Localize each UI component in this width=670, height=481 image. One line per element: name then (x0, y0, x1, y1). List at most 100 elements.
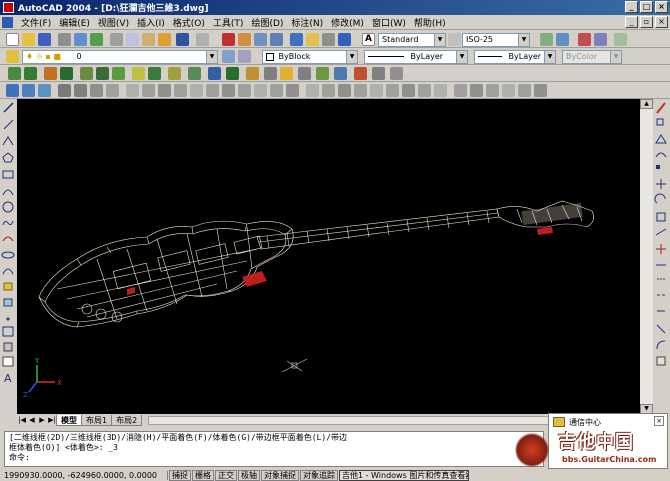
design-center-icon[interactable] (306, 33, 319, 46)
tab-layout2[interactable]: 布局2 (111, 414, 143, 426)
tool-palettes-icon[interactable] (322, 33, 335, 46)
setup-view-icon[interactable] (226, 67, 239, 80)
autocad-app-icon[interactable] (3, 2, 14, 13)
save-icon[interactable] (38, 33, 51, 46)
undo-icon[interactable] (176, 33, 189, 46)
sphere-surface-icon[interactable] (386, 84, 399, 97)
named-ucs-icon[interactable] (594, 33, 607, 46)
dish-surface-icon[interactable] (418, 84, 431, 97)
publish-icon[interactable] (90, 33, 103, 46)
tab-layout1[interactable]: 布局1 (81, 414, 113, 426)
gouraud-icon[interactable] (74, 84, 87, 97)
taskbar-item[interactable]: 吉他1 - Windows 图片和传真查看器 (339, 469, 469, 481)
chevron-down-icon[interactable]: ▼ (346, 51, 357, 63)
menu-dimension[interactable]: 标注(N) (287, 16, 327, 29)
gouraud-edges-icon[interactable] (106, 84, 119, 97)
back-view-icon[interactable] (222, 84, 235, 97)
doc-minimize-button[interactable]: _ (625, 16, 638, 28)
cylinder-icon[interactable] (44, 67, 57, 80)
bottom-view-icon[interactable] (158, 84, 171, 97)
dim-style-icon[interactable] (448, 33, 461, 46)
dim-style-select[interactable]: ISO-25 ▼ (462, 33, 530, 47)
layer-previous-icon[interactable] (238, 50, 251, 63)
torus-surface-icon[interactable] (434, 84, 447, 97)
torus-icon[interactable] (96, 67, 109, 80)
open-icon[interactable] (22, 33, 35, 46)
menu-view[interactable]: 视图(V) (94, 16, 133, 29)
pyramid-surface-icon[interactable] (354, 84, 367, 97)
tabulated-surface-icon[interactable] (502, 84, 515, 97)
close-icon[interactable]: × (654, 416, 664, 426)
cone-surface-icon[interactable] (370, 84, 383, 97)
materials-icon[interactable] (298, 67, 311, 80)
new-icon[interactable] (6, 33, 19, 46)
wedge-surface-icon[interactable] (338, 84, 351, 97)
ucs-3point-icon[interactable] (614, 33, 627, 46)
print-icon[interactable] (58, 33, 71, 46)
menu-modify[interactable]: 修改(M) (327, 16, 368, 29)
chevron-down-icon[interactable]: ▼ (206, 51, 217, 63)
grid-toggle[interactable]: 栅格 (192, 469, 214, 481)
osnap-toggle[interactable]: 对象捕捉 (261, 469, 299, 481)
first-tab-icon[interactable]: |◀ (17, 415, 27, 425)
background-icon[interactable] (372, 67, 385, 80)
top-view-icon[interactable] (142, 84, 155, 97)
help-icon[interactable] (338, 33, 351, 46)
ucs-icon[interactable] (540, 33, 553, 46)
color-select[interactable]: ByBlock ▼ (262, 50, 358, 64)
text-style-select[interactable]: Standard ▼ (378, 33, 446, 47)
ne-iso-icon[interactable] (270, 84, 283, 97)
next-tab-icon[interactable]: ▶ (37, 415, 47, 425)
menu-insert[interactable]: 插入(I) (133, 16, 169, 29)
otrack-toggle[interactable]: 对象追踪 (300, 469, 338, 481)
layer-select[interactable]: ♦ ☼ ▪ ■ 0 ▼ (22, 50, 218, 64)
menu-draw[interactable]: 绘图(D) (247, 16, 287, 29)
menu-window[interactable]: 窗口(W) (368, 16, 410, 29)
plotstyle-select[interactable]: ByColor ▼ (562, 50, 622, 64)
doc-close-button[interactable]: × (655, 16, 668, 28)
flat-edges-icon[interactable] (90, 84, 103, 97)
sw-iso-icon[interactable] (238, 84, 251, 97)
landscape-icon[interactable] (316, 67, 329, 80)
hidden-icon[interactable] (38, 84, 51, 97)
command-prompt[interactable]: 命令: (9, 453, 539, 463)
sphere-icon[interactable] (24, 67, 37, 80)
scroll-up-icon[interactable]: ▲ (640, 99, 653, 109)
revolved-surface-icon[interactable] (486, 84, 499, 97)
named-views-icon[interactable] (126, 84, 139, 97)
extrude-icon[interactable] (112, 67, 125, 80)
ortho-toggle[interactable]: 正交 (215, 469, 237, 481)
prev-tab-icon[interactable]: ◀ (27, 415, 37, 425)
ucs-world-icon[interactable] (556, 33, 569, 46)
ucs-previous-icon[interactable] (578, 33, 591, 46)
menu-format[interactable]: 格式(O) (169, 16, 209, 29)
linetype-select[interactable]: ByLayer ▼ (364, 50, 468, 64)
drawing-canvas[interactable]: X Y Z (17, 99, 640, 414)
statistics-icon[interactable] (390, 67, 403, 80)
slice-icon[interactable] (148, 67, 161, 80)
scene-icon[interactable] (264, 67, 277, 80)
box-icon[interactable] (8, 67, 21, 80)
redo-icon[interactable] (196, 33, 209, 46)
zoom-window-icon[interactable] (254, 33, 267, 46)
chevron-down-icon[interactable]: ▼ (456, 51, 467, 63)
match-properties-icon[interactable] (158, 33, 171, 46)
flat-shaded-icon[interactable] (58, 84, 71, 97)
copy-icon[interactable] (126, 33, 139, 46)
tab-model[interactable]: 模型 (56, 414, 82, 426)
zoom-realtime-icon[interactable] (238, 33, 251, 46)
properties-icon[interactable] (290, 33, 303, 46)
edge-surface-icon[interactable] (534, 84, 547, 97)
maximize-button[interactable]: □ (640, 1, 653, 13)
right-view-icon[interactable] (190, 84, 203, 97)
print-preview-icon[interactable] (74, 33, 87, 46)
doc-restore-button[interactable]: ▫ (640, 16, 653, 28)
close-button[interactable]: × (655, 1, 668, 13)
2d-wireframe-icon[interactable] (6, 84, 19, 97)
snap-toggle[interactable]: 捕捉 (169, 469, 191, 481)
cone-icon[interactable] (60, 67, 73, 80)
fog-icon[interactable] (334, 67, 347, 80)
setup-drawing-icon[interactable] (208, 67, 221, 80)
layer-manager-icon[interactable] (6, 50, 19, 63)
document-icon[interactable] (2, 16, 13, 28)
